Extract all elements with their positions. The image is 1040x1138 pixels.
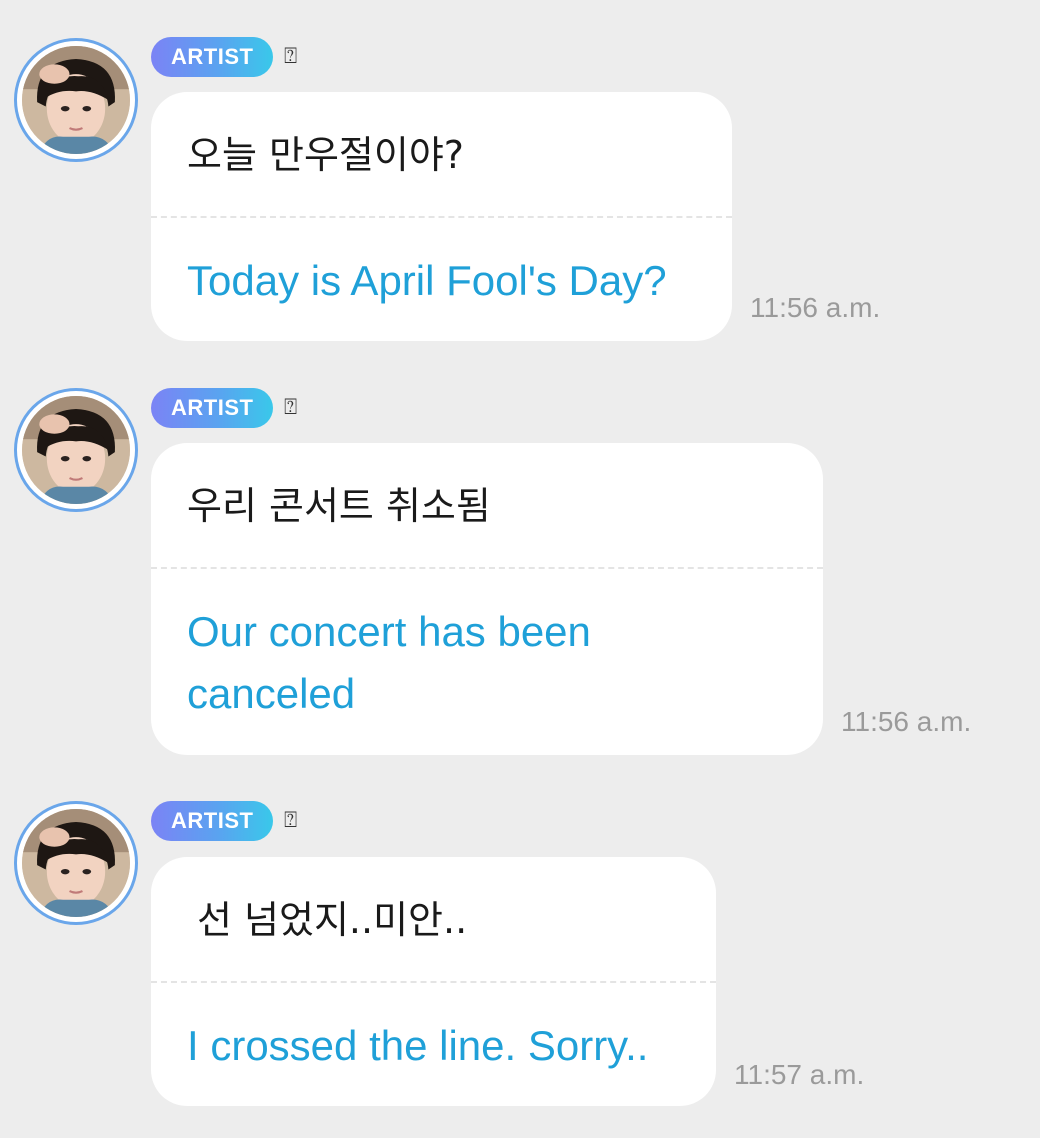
artist-badge: ARTIST bbox=[151, 801, 274, 841]
original-text: 우리 콘서트 취소됨 bbox=[187, 484, 491, 528]
message-timestamp: 11:57 a.m. bbox=[734, 1059, 865, 1090]
artist-avatar[interactable] bbox=[14, 388, 138, 512]
artist-avatar[interactable] bbox=[14, 38, 138, 162]
avatar-photo bbox=[22, 46, 130, 154]
message-timestamp: 11:56 a.m. bbox=[750, 292, 881, 323]
artist-badge: ARTIST bbox=[151, 388, 274, 428]
bubble-divider bbox=[151, 567, 823, 569]
original-text: 선 넘었지..미안.. bbox=[197, 898, 468, 942]
message-bubble[interactable]: 우리 콘서트 취소됨 Our concert has been canceled bbox=[151, 443, 823, 755]
translation-text: Our concert has been canceled bbox=[187, 608, 591, 717]
artist-badge: ARTIST bbox=[151, 37, 274, 77]
message-bubble[interactable]: 오늘 만우절이야? Today is April Fool's Day? bbox=[151, 92, 732, 341]
translation-text: I crossed the line. Sorry.. bbox=[187, 1022, 649, 1069]
bubble-divider bbox=[151, 216, 732, 218]
missing-glyph-icon: ⍰ bbox=[284, 395, 298, 420]
avatar-photo bbox=[22, 809, 130, 917]
message-bubble[interactable]: 선 넘었지..미안.. I crossed the line. Sorry.. bbox=[151, 857, 716, 1106]
avatar-photo bbox=[22, 396, 130, 504]
bubble-divider bbox=[151, 981, 716, 983]
artist-avatar[interactable] bbox=[14, 801, 138, 925]
translation-text: Today is April Fool's Day? bbox=[187, 257, 667, 304]
original-text: 오늘 만우절이야? bbox=[187, 133, 464, 177]
message-timestamp: 11:56 a.m. bbox=[841, 706, 972, 737]
missing-glyph-icon: ⍰ bbox=[284, 808, 298, 833]
missing-glyph-icon: ⍰ bbox=[284, 44, 298, 69]
